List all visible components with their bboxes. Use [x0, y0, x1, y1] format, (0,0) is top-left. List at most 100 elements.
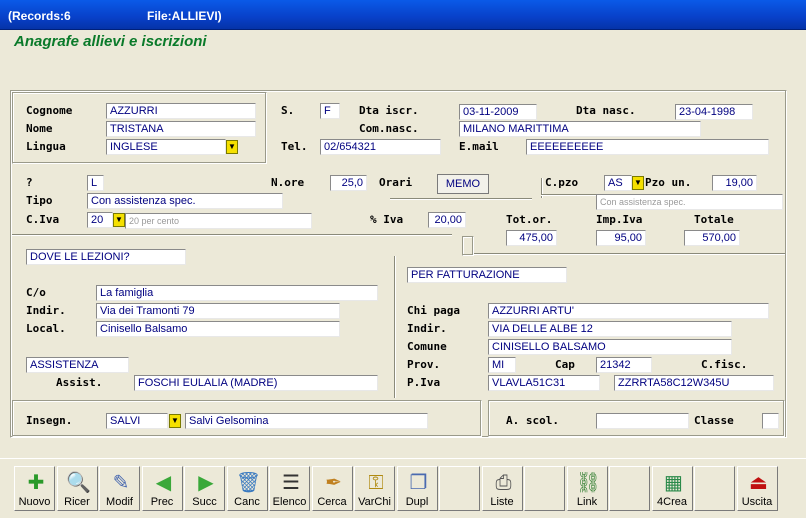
label-comune: Comune	[407, 340, 447, 353]
insegn-select[interactable]: SALVI	[106, 413, 168, 429]
co-field[interactable]: La famiglia	[96, 285, 378, 301]
label-indir: Indir.	[26, 304, 66, 317]
label-classe: Classe	[694, 414, 734, 427]
dta-nasc-field[interactable]: 23-04-1998	[675, 104, 753, 120]
divider-right	[472, 253, 785, 255]
label-indir2: Indir.	[407, 322, 447, 335]
label-tipo: Tipo	[26, 194, 53, 207]
toolbar-button-varchi[interactable]: ⚿ VarChi	[354, 466, 395, 511]
search-icon: 🔍	[66, 472, 91, 494]
label-q: ?	[26, 176, 33, 189]
nome-field[interactable]: TRISTANA	[106, 121, 256, 137]
toolbar-button-modif[interactable]: ✎ Modif	[99, 466, 140, 511]
divider-orari	[390, 198, 532, 200]
toolbar-button-label: Liste	[490, 496, 514, 508]
tipo-field[interactable]: Con assistenza spec.	[87, 193, 283, 209]
toolbar-button-elenco[interactable]: ☰ Elenco	[269, 466, 310, 511]
pzo-un-field[interactable]: 19,00	[712, 175, 757, 191]
label-perc-iva: % Iva	[370, 213, 404, 226]
toolbar-button-cerca[interactable]: ✒ Cerca	[311, 466, 353, 511]
toolbar-button-label: 4Crea	[657, 496, 687, 508]
cap-field[interactable]: 21342	[596, 357, 652, 373]
c-pzo-select[interactable]: AS	[604, 175, 632, 191]
toolbar-button-ricer[interactable]: 🔍 Ricer	[56, 466, 98, 511]
duplicate-icon: ❐	[409, 472, 428, 494]
label-assist: Assist.	[56, 376, 103, 389]
per-fatturazione-field[interactable]: PER FATTURAZIONE	[407, 267, 567, 283]
email-field[interactable]: EEEEEEEEEE	[526, 139, 769, 155]
toolbar-button-label: VarChi	[358, 496, 391, 508]
c-fisc-field[interactable]: ZZRRTA58C12W345U	[614, 375, 774, 391]
create-icon: ▦	[664, 472, 683, 494]
q-field[interactable]: L	[87, 175, 104, 191]
toolbar-button-succ[interactable]: ▶ Succ	[184, 466, 225, 511]
find-icon: ✒	[325, 472, 342, 494]
label-dta-iscr: Dta iscr.	[359, 104, 419, 117]
exit-icon: ⏏	[749, 472, 768, 494]
toolbar-button-dupl[interactable]: ❐ Dupl	[396, 466, 438, 511]
edit-icon: ✎	[112, 472, 130, 494]
label-p-iva: P.Iva	[407, 376, 441, 389]
sesso-field[interactable]: F	[320, 103, 340, 119]
toolbar-button-4crea[interactable]: ▦ 4Crea	[651, 466, 693, 511]
pzo-desc-field: Con assistenza spec.	[596, 194, 783, 210]
toolbar-button-empty-12[interactable]	[524, 466, 565, 511]
c-iva-dropdown-icon[interactable]: ▼	[113, 213, 125, 227]
toolbar-button-label: Elenco	[272, 496, 307, 508]
label-lingua: Lingua	[26, 140, 66, 153]
toolbar-button-empty-16[interactable]	[694, 466, 735, 511]
keys-icon: ⚿	[368, 472, 384, 494]
toolbar-button-empty-10[interactable]	[439, 466, 480, 511]
chi-paga-field[interactable]: AZZURRI ARTU'	[488, 303, 769, 319]
c-iva-select[interactable]: 20	[87, 212, 113, 228]
title-bar: (Records:6 File:ALLIEVI)	[0, 0, 806, 30]
list-icon: ☰	[282, 472, 300, 494]
memo-button[interactable]: MEMO	[437, 174, 489, 194]
toolbar-button-empty-14[interactable]	[609, 466, 650, 511]
prov-field[interactable]: MI	[488, 357, 516, 373]
insegn-name-field[interactable]: Salvi Gelsomina	[185, 413, 428, 429]
perc-iva-field[interactable]: 20,00	[428, 212, 466, 228]
toolbar-button-label: Nuovo	[18, 496, 51, 508]
comune-field[interactable]: CINISELLO BALSAMO	[488, 339, 732, 355]
label-nome: Nome	[26, 122, 53, 135]
new-icon: ✚	[27, 472, 45, 494]
cognome-field[interactable]: AZZURRI	[106, 103, 256, 119]
p-iva-field[interactable]: VLAVLA51C31	[488, 375, 600, 391]
insegn-dropdown-icon[interactable]: ▼	[169, 414, 181, 428]
dta-iscr-field[interactable]: 03-11-2009	[459, 104, 537, 120]
toolbar-button-link[interactable]: ⛓ Link	[566, 466, 608, 511]
assist-field[interactable]: FOSCHI EULALIA (MADRE)	[134, 375, 378, 391]
lingua-select[interactable]: INGLESE	[106, 139, 226, 155]
label-c-fisc: C.fisc.	[701, 358, 748, 371]
indir2-field[interactable]: VIA DELLE ALBE 12	[488, 321, 732, 337]
a-scol-field[interactable]	[596, 413, 689, 429]
splitter-handle[interactable]	[462, 236, 474, 256]
label-cognome: Cognome	[26, 104, 73, 117]
local-field[interactable]: Cinisello Balsamo	[96, 321, 340, 337]
assistenza-field[interactable]: ASSISTENZA	[26, 357, 129, 373]
toolbar-button-prec[interactable]: ◀ Prec	[141, 466, 183, 511]
toolbar-button-uscita[interactable]: ⏏ Uscita	[736, 466, 778, 511]
divider-left	[12, 234, 452, 236]
tel-field[interactable]: 02/654321	[320, 139, 441, 155]
c-pzo-dropdown-icon[interactable]: ▼	[632, 176, 644, 190]
n-ore-field[interactable]: 25,0	[330, 175, 367, 191]
label-c-pzo: C.pzo	[545, 176, 579, 189]
classe-field[interactable]	[762, 413, 779, 429]
com-nasc-field[interactable]: MILANO MARITTIMA	[459, 121, 701, 137]
label-local: Local.	[26, 322, 66, 335]
toolbar-button-canc[interactable]: 🗑 Canc	[226, 466, 268, 511]
divider-cpzo-h	[541, 194, 601, 196]
file-name: File:ALLIEVI)	[147, 9, 222, 23]
toolbar-button-nuovo[interactable]: ✚ Nuovo	[14, 466, 55, 511]
label-insegn: Insegn.	[26, 414, 73, 427]
arrow-left-icon: ◀	[155, 472, 172, 494]
toolbar-button-liste[interactable]: ⎙ Liste	[481, 466, 523, 511]
label-n-ore: N.ore	[271, 176, 305, 189]
lingua-dropdown-icon[interactable]: ▼	[226, 140, 238, 154]
toolbar-button-label: Modif	[106, 496, 133, 508]
indir-field[interactable]: Via dei Tramonti 79	[96, 303, 340, 319]
records-count: (Records:6	[8, 9, 71, 23]
dove-lezioni-field[interactable]: DOVE LE LEZIONI?	[26, 249, 186, 265]
